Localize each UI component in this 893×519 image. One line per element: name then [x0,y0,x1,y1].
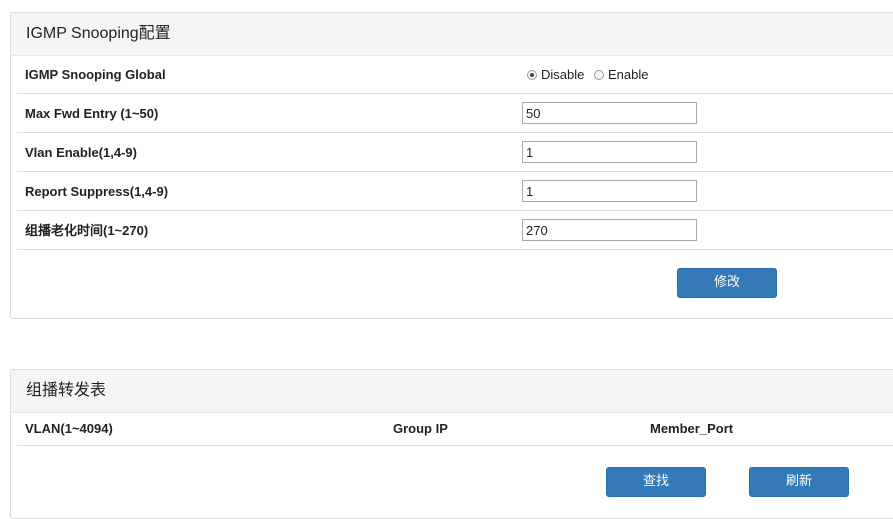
global-row: IGMP Snooping Global Disable Enable [17,55,893,94]
vlan-enable-label: Vlan Enable(1,4-9) [25,145,137,160]
refresh-button[interactable]: 刷新 [749,467,849,497]
aging-time-input[interactable] [522,219,697,241]
radio-disable-dot[interactable] [527,70,537,80]
col-member-port: Member_Port [650,421,734,436]
modify-button[interactable]: 修改 [677,268,777,298]
aging-time-row: 组播老化时间(1~270) [17,211,893,250]
vlan-enable-input[interactable] [522,141,697,163]
fwd-table-header: VLAN(1~4094) Group IP Member_Port [17,412,893,446]
radio-disable[interactable]: Disable [527,67,588,82]
col-vlan: VLAN(1~4094) [25,421,113,436]
col-group-ip: Group IP [393,421,448,436]
radio-disable-label: Disable [541,67,585,82]
max-fwd-row: Max Fwd Entry (1~50) [17,94,893,133]
report-suppress-label: Report Suppress(1,4-9) [25,184,169,199]
radio-enable-dot[interactable] [593,70,604,80]
fwd-table-title: 组播转发表 [11,370,893,413]
config-panel-title: IGMP Snooping配置 [11,13,893,56]
radio-enable-label: Enable [607,67,649,82]
global-label: IGMP Snooping Global [25,67,166,82]
max-fwd-input[interactable] [522,102,697,124]
global-radio-group: Disable Enable [527,55,654,94]
aging-time-label: 组播老化时间(1~270) [25,223,149,238]
igmp-config-panel: IGMP Snooping配置 IGMP Snooping Global Dis… [10,12,893,319]
fwd-table-panel: 组播转发表 VLAN(1~4094) Group IP Member_Port … [10,369,893,519]
vlan-enable-row: Vlan Enable(1,4-9) [17,133,893,172]
max-fwd-label: Max Fwd Entry (1~50) [25,106,159,121]
radio-enable[interactable]: Enable [593,67,649,82]
report-suppress-row: Report Suppress(1,4-9) [17,172,893,211]
report-suppress-input[interactable] [522,180,697,202]
search-button[interactable]: 查找 [606,467,706,497]
